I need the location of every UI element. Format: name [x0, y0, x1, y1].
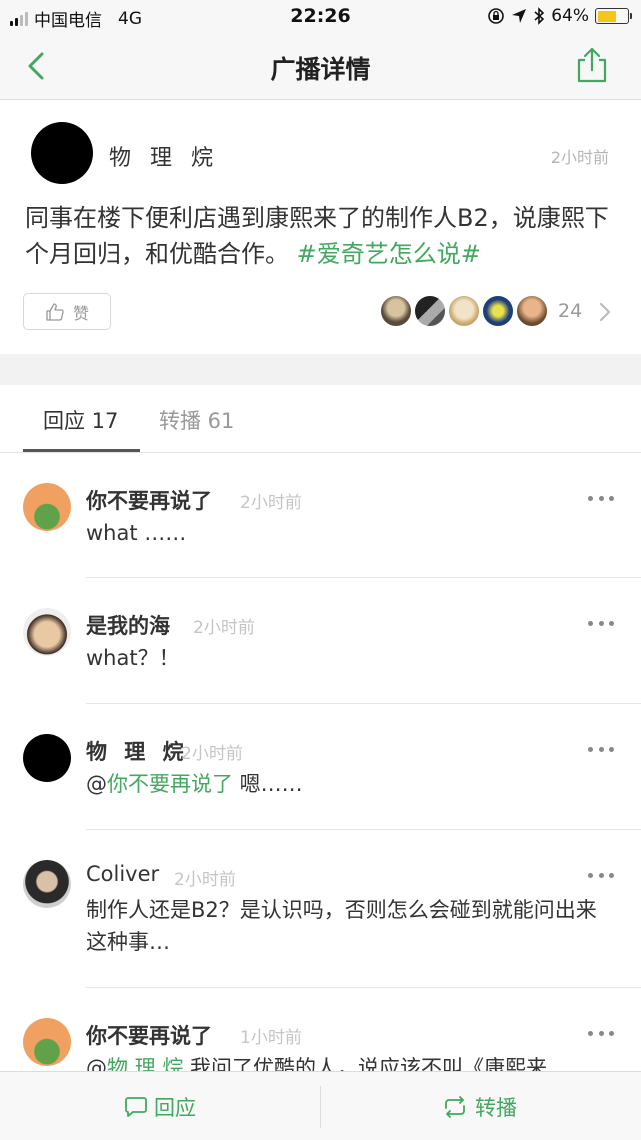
mention-link[interactable]: 你不要再说了 [107, 772, 233, 796]
battery-icon [595, 8, 632, 24]
reply-label: 回应 [154, 1095, 196, 1120]
tab-reposts[interactable]: 转播 61 [159, 405, 234, 435]
post-time: 2小时前 [550, 148, 609, 167]
comment-bubble-icon [125, 1096, 147, 1117]
divider [86, 577, 641, 578]
hashtag-link[interactable]: #爱奇艺怎么说# [297, 240, 481, 268]
tab-bar: 回应 17 转播 61 [0, 385, 641, 453]
divider [86, 829, 641, 830]
divider [86, 987, 641, 988]
thumbs-up-icon [46, 302, 64, 321]
battery-fill [597, 10, 617, 22]
like-label: 赞 [72, 303, 89, 323]
commenter-avatar[interactable] [23, 1018, 71, 1066]
author-name[interactable]: 物 理 烷 [109, 140, 219, 172]
comment-text: @你不要再说了 嗯…… [86, 768, 616, 800]
mention-link[interactable]: 物 理 烷 [107, 1056, 183, 1071]
comment-time: 1小时前 [240, 1028, 302, 1048]
bottom-action-bar: 回应 转播 [0, 1071, 641, 1140]
share-icon[interactable] [575, 46, 609, 84]
more-options-icon[interactable] [588, 619, 614, 627]
broadcast-post: 物 理 烷 2小时前 同事在楼下便利店遇到康熙来了的制作人B2，说康熙下个月回归… [0, 100, 641, 354]
like-button[interactable]: 赞 [23, 293, 111, 330]
comment-text: what …… [86, 521, 187, 545]
active-tab-indicator [23, 449, 140, 452]
like-count[interactable]: 24 [558, 300, 582, 322]
liker-avatar[interactable] [516, 295, 548, 327]
commenter-avatar[interactable] [23, 734, 71, 782]
navigation-bar: 广播详情 [0, 34, 641, 100]
liker-avatar[interactable] [380, 295, 412, 327]
commenter-name[interactable]: 物 理 烷 [86, 736, 189, 766]
orientation-lock-icon [488, 8, 505, 24]
commenter-name[interactable]: Coliver [86, 862, 159, 886]
comment-text: 制作人还是B2？是认识吗，否则怎么会碰到就能问出来这种事… [86, 898, 597, 954]
divider [86, 703, 641, 704]
comment-list: 你不要再说了 2小时前 what …… 是我的海 2小时前 what？！ 物 理… [0, 453, 641, 1071]
divider [320, 1086, 321, 1128]
liker-avatar[interactable] [482, 295, 514, 327]
more-options-icon[interactable] [588, 745, 614, 753]
repost-button[interactable]: 转播 [441, 1072, 517, 1140]
mention-at: @ [86, 772, 107, 796]
comment-time: 2小时前 [240, 493, 302, 513]
liker-avatar[interactable] [414, 295, 446, 327]
section-separator [0, 354, 641, 385]
status-right: 64% [487, 6, 632, 26]
tab-replies[interactable]: 回应 17 [43, 405, 118, 435]
location-icon [512, 9, 527, 23]
bluetooth-icon [534, 7, 545, 25]
commenter-avatar[interactable] [23, 608, 71, 656]
comment-time: 2小时前 [174, 870, 236, 890]
comment-body: 我问了优酷的人，说应该不叫《康熙来 [183, 1056, 548, 1071]
comment-text: what？！ [86, 646, 180, 670]
author-avatar[interactable] [31, 122, 93, 184]
status-bar: 中国电信 4G 22:26 64% [0, 0, 641, 34]
commenter-name[interactable]: 是我的海 [86, 610, 170, 640]
commenter-name[interactable]: 你不要再说了 [86, 1020, 212, 1050]
reply-button[interactable]: 回应 [124, 1072, 196, 1140]
post-text: 同事在楼下便利店遇到康熙来了的制作人B2，说康熙下个月回归，和优酷合作。 #爱奇… [25, 200, 625, 272]
battery-percent: 64% [551, 6, 589, 26]
commenter-avatar[interactable] [23, 483, 71, 531]
liker-avatar[interactable] [448, 295, 480, 327]
repost-icon [445, 1095, 465, 1118]
repost-label: 转播 [475, 1095, 517, 1120]
chevron-right-icon[interactable] [598, 301, 612, 323]
comment-time: 2小时前 [193, 618, 255, 638]
comment-body: 嗯…… [233, 772, 303, 796]
comment-time: 2小时前 [181, 744, 243, 764]
commenter-name[interactable]: 你不要再说了 [86, 485, 212, 515]
page-title: 广播详情 [270, 55, 371, 84]
liker-avatars[interactable] [380, 295, 548, 327]
more-options-icon[interactable] [588, 494, 614, 502]
more-options-icon[interactable] [588, 1029, 614, 1037]
mention-at: @ [86, 1056, 107, 1071]
commenter-avatar[interactable] [23, 860, 71, 908]
comment-text: @物 理 烷 我问了优酷的人，说应该不叫《康熙来 [86, 1052, 616, 1071]
more-options-icon[interactable] [588, 871, 614, 879]
